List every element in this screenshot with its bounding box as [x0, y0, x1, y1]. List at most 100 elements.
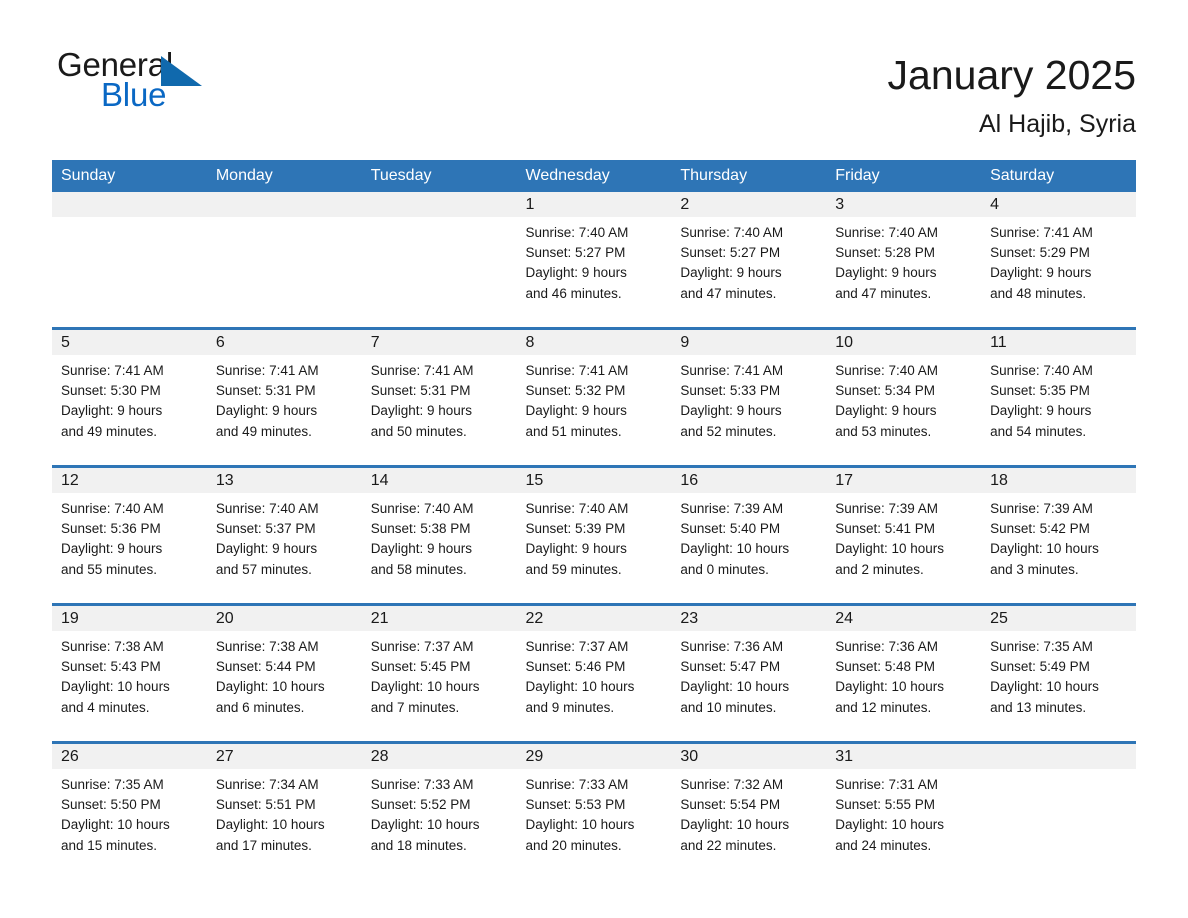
daylight-hours-text: Daylight: 9 hours	[370, 403, 472, 419]
day-number: 18	[981, 468, 1136, 493]
day-details: Sunrise: 7:41 AM Sunset: 5:30 PM Daylight:…	[52, 355, 207, 465]
sunrise-text: Sunrise: 7:40 AM	[835, 363, 939, 378]
sunset-text: Sunset: 5:38 PM	[370, 521, 471, 537]
calendar-day-cell[interactable]: 7 Sunrise: 7:41 AM Sunset: 5:31 PM Daylight…	[361, 327, 517, 467]
calendar-day-cell[interactable]: 2 Sunrise: 7:40 AM Sunset: 5:27 PM Daylight…	[671, 192, 827, 329]
day-details	[362, 217, 517, 327]
sunrise-text: Sunrise: 7:40 AM	[525, 501, 629, 516]
brand-logo[interactable]: General Blue	[57, 48, 227, 120]
sunset-text: Sunset: 5:45 PM	[370, 659, 471, 675]
daylight-minutes-text: and 3 minutes.	[990, 561, 1079, 577]
sunrise-text: Sunrise: 7:39 AM	[990, 501, 1093, 516]
sunrise-text: Sunrise: 7:37 AM	[370, 639, 474, 654]
sunrise-text: Sunrise: 7:41 AM	[525, 363, 629, 378]
day-number: 19	[52, 606, 207, 631]
day-number: 22	[516, 606, 672, 631]
day-details: Sunrise: 7:39 AM Sunset: 5:41 PM Daylight:…	[826, 493, 981, 603]
calendar-day-cell-empty	[52, 192, 207, 329]
calendar-day-cell[interactable]: 14 Sunrise: 7:40 AM Sunset: 5:38 PM Dayligh…	[361, 465, 517, 605]
sunset-text: Sunset: 5:27 PM	[680, 245, 781, 261]
day-number: 17	[826, 468, 982, 493]
calendar-day-cell[interactable]: 9 Sunrise: 7:41 AM Sunset: 5:33 PM Daylight…	[671, 327, 827, 467]
calendar-day-cell[interactable]: 12 Sunrise: 7:40 AM Sunset: 5:36 PM Dayligh…	[52, 465, 207, 605]
daylight-minutes-text: and 52 minutes.	[680, 423, 777, 439]
calendar-day-cell[interactable]: 23 Sunrise: 7:36 AM Sunset: 5:47 PM Dayligh…	[671, 603, 827, 743]
calendar-day-cell[interactable]: 4 Sunrise: 7:41 AM Sunset: 5:29 PM Daylight…	[981, 192, 1136, 329]
day-details: Sunrise: 7:34 AM Sunset: 5:51 PM Daylight:…	[207, 769, 362, 873]
calendar-day-cell[interactable]: 3 Sunrise: 7:40 AM Sunset: 5:28 PM Daylight…	[826, 192, 982, 329]
calendar-day-cell[interactable]: 22 Sunrise: 7:37 AM Sunset: 5:46 PM Dayligh…	[516, 603, 672, 743]
calendar-day-cell-empty	[206, 192, 362, 329]
day-details	[981, 769, 1136, 873]
calendar-day-cell[interactable]: 17 Sunrise: 7:39 AM Sunset: 5:41 PM Dayligh…	[826, 465, 982, 605]
daylight-hours-text: Daylight: 9 hours	[680, 403, 782, 419]
day-details: Sunrise: 7:40 AM Sunset: 5:39 PM Daylight:…	[517, 493, 672, 603]
day-number: 26	[52, 744, 207, 769]
day-number: 8	[516, 330, 672, 355]
sunset-text: Sunset: 5:32 PM	[525, 383, 626, 399]
daylight-minutes-text: and 18 minutes.	[370, 837, 467, 853]
daylight-hours-text: Daylight: 9 hours	[370, 541, 472, 557]
calendar-day-cell[interactable]: 21 Sunrise: 7:37 AM Sunset: 5:45 PM Dayligh…	[361, 603, 517, 743]
calendar-day-cell[interactable]: 13 Sunrise: 7:40 AM Sunset: 5:37 PM Dayligh…	[206, 465, 362, 605]
sunset-text: Sunset: 5:35 PM	[990, 383, 1090, 399]
calendar-day-cell[interactable]: 1 Sunrise: 7:40 AM Sunset: 5:27 PM Daylight…	[516, 192, 672, 329]
sunset-text: Sunset: 5:48 PM	[835, 659, 936, 675]
calendar-day-cell[interactable]: 19 Sunrise: 7:38 AM Sunset: 5:43 PM Dayligh…	[52, 603, 207, 743]
calendar-day-cell[interactable]: 25 Sunrise: 7:35 AM Sunset: 5:49 PM Dayligh…	[981, 603, 1136, 743]
calendar-day-cell[interactable]: 8 Sunrise: 7:41 AM Sunset: 5:32 PM Daylight…	[516, 327, 672, 467]
day-number: 28	[361, 744, 517, 769]
sunrise-text: Sunrise: 7:41 AM	[680, 363, 784, 378]
day-number	[206, 192, 362, 217]
calendar-week-row: 12 Sunrise: 7:40 AM Sunset: 5:36 PM Dayligh…	[52, 465, 1136, 605]
daylight-minutes-text: and 9 minutes.	[525, 699, 615, 715]
calendar-day-cell[interactable]: 24 Sunrise: 7:36 AM Sunset: 5:48 PM Dayligh…	[826, 603, 982, 743]
daylight-hours-text: Daylight: 10 hours	[990, 679, 1099, 695]
calendar-day-cell[interactable]: 18 Sunrise: 7:39 AM Sunset: 5:42 PM Dayligh…	[981, 465, 1136, 605]
daylight-minutes-text: and 51 minutes.	[525, 423, 622, 439]
day-details	[207, 217, 362, 327]
sunrise-text: Sunrise: 7:31 AM	[835, 777, 939, 792]
sunset-text: Sunset: 5:33 PM	[680, 383, 781, 399]
sunset-text: Sunset: 5:42 PM	[990, 521, 1090, 537]
day-details: Sunrise: 7:40 AM Sunset: 5:27 PM Daylight:…	[517, 217, 672, 327]
sunset-text: Sunset: 5:41 PM	[835, 521, 936, 537]
day-details: Sunrise: 7:40 AM Sunset: 5:28 PM Daylight:…	[826, 217, 981, 327]
sunrise-text: Sunrise: 7:39 AM	[680, 501, 784, 516]
sunset-text: Sunset: 5:46 PM	[525, 659, 626, 675]
daylight-minutes-text: and 49 minutes.	[215, 423, 312, 439]
daylight-hours-text: Daylight: 9 hours	[525, 403, 627, 419]
calendar-day-cell[interactable]: 6 Sunrise: 7:41 AM Sunset: 5:31 PM Daylight…	[206, 327, 362, 467]
day-number: 2	[671, 192, 827, 217]
calendar-day-cell[interactable]: 11 Sunrise: 7:40 AM Sunset: 5:35 PM Dayligh…	[981, 327, 1136, 467]
sunrise-text: Sunrise: 7:35 AM	[61, 777, 164, 792]
sunset-text: Sunset: 5:47 PM	[680, 659, 781, 675]
calendar-day-cell[interactable]: 26 Sunrise: 7:35 AM Sunset: 5:50 PM Dayligh…	[52, 741, 207, 873]
daylight-minutes-text: and 10 minutes.	[680, 699, 777, 715]
calendar-day-cell[interactable]: 16 Sunrise: 7:39 AM Sunset: 5:40 PM Dayligh…	[671, 465, 827, 605]
calendar-day-cell[interactable]: 30 Sunrise: 7:32 AM Sunset: 5:54 PM Dayligh…	[671, 741, 827, 873]
calendar-day-cell[interactable]: 27 Sunrise: 7:34 AM Sunset: 5:51 PM Dayligh…	[206, 741, 362, 873]
calendar-day-cell[interactable]: 31 Sunrise: 7:31 AM Sunset: 5:55 PM Dayligh…	[826, 741, 982, 873]
day-details: Sunrise: 7:31 AM Sunset: 5:55 PM Daylight:…	[826, 769, 981, 873]
day-number: 4	[981, 192, 1136, 217]
day-details: Sunrise: 7:37 AM Sunset: 5:46 PM Daylight:…	[517, 631, 672, 741]
calendar-day-cell[interactable]: 10 Sunrise: 7:40 AM Sunset: 5:34 PM Dayligh…	[826, 327, 982, 467]
calendar-day-cell[interactable]: 5 Sunrise: 7:41 AM Sunset: 5:30 PM Daylight…	[52, 327, 207, 467]
sunset-text: Sunset: 5:40 PM	[680, 521, 781, 537]
daylight-hours-text: Daylight: 9 hours	[215, 403, 318, 419]
weekday-header-friday: Friday	[826, 160, 982, 192]
calendar-day-cell[interactable]: 20 Sunrise: 7:38 AM Sunset: 5:44 PM Dayligh…	[206, 603, 362, 743]
daylight-minutes-text: and 15 minutes.	[61, 837, 158, 853]
calendar-day-cell[interactable]: 15 Sunrise: 7:40 AM Sunset: 5:39 PM Dayligh…	[516, 465, 672, 605]
day-number: 25	[981, 606, 1136, 631]
calendar-week-row: 5 Sunrise: 7:41 AM Sunset: 5:30 PM Daylight…	[52, 327, 1136, 467]
daylight-minutes-text: and 20 minutes.	[525, 837, 622, 853]
sunrise-text: Sunrise: 7:35 AM	[990, 639, 1093, 654]
calendar-day-cell[interactable]: 28 Sunrise: 7:33 AM Sunset: 5:52 PM Dayligh…	[361, 741, 517, 873]
day-number: 1	[516, 192, 672, 217]
sunset-text: Sunset: 5:39 PM	[525, 521, 626, 537]
calendar-day-cell[interactable]: 29 Sunrise: 7:33 AM Sunset: 5:53 PM Dayligh…	[516, 741, 672, 873]
weekday-header-saturday: Saturday	[981, 160, 1136, 192]
daylight-hours-text: Daylight: 9 hours	[525, 541, 627, 557]
